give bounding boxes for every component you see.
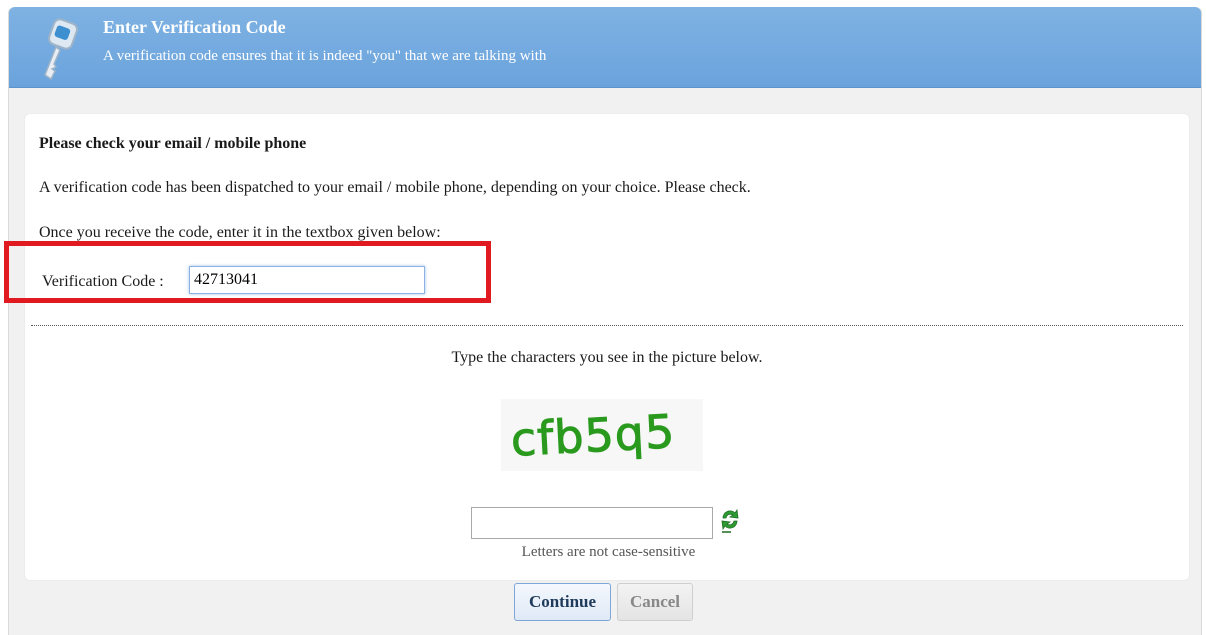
header-subtitle: A verification code ensures that it is i… <box>103 48 547 64</box>
dialog-header: Enter Verification Code A verification c… <box>9 7 1201 88</box>
captcha-image: cfb5q5 <box>501 399 703 471</box>
captcha-instruction: Type the characters you see in the pictu… <box>451 349 763 366</box>
content-panel: Please check your email / mobile phone A… <box>24 113 1190 581</box>
captcha-image-text: cfb5q5 <box>510 404 677 467</box>
dialog-frame: Enter Verification Code A verification c… <box>8 7 1202 635</box>
refresh-icon[interactable] <box>719 507 741 533</box>
panel-title: Please check your email / mobile phone <box>39 135 307 152</box>
cancel-button[interactable]: Cancel <box>617 583 693 621</box>
continue-button[interactable]: Continue <box>514 583 611 621</box>
case-sensitivity-note: Letters are not case-sensitive <box>521 544 696 560</box>
highlight-box <box>4 241 491 303</box>
key-icon <box>44 18 79 81</box>
enter-code-instruction: Once you receive the code, enter it in t… <box>39 224 441 241</box>
captcha-input[interactable] <box>471 507 713 539</box>
header-title: Enter Verification Code <box>103 17 286 37</box>
section-divider <box>31 325 1183 326</box>
dispatch-message: A verification code has been dispatched … <box>39 179 751 196</box>
